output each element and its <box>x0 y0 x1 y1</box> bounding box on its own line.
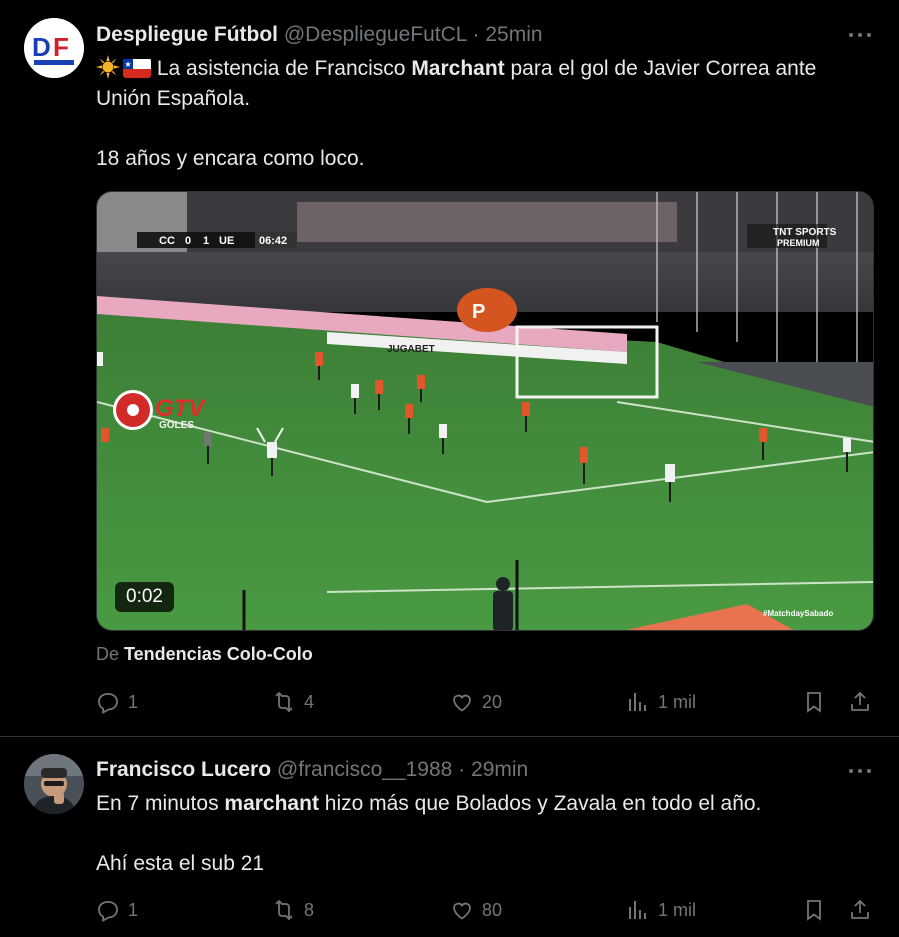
post-text-suffix: hizo más que Bolados y Zavala en todo el… <box>318 792 762 815</box>
svg-text:F: F <box>53 32 69 62</box>
post-header: Francisco Lucero @francisco__1988 · 29mi… <box>96 757 528 783</box>
views-button[interactable]: 1 mil <box>626 898 696 922</box>
share-icon <box>851 691 869 711</box>
separator-dot: · <box>472 23 480 46</box>
author-name[interactable]: Despliegue Fútbol <box>96 23 278 46</box>
repost-count: 8 <box>304 899 315 920</box>
match-clock: 06:42 <box>259 235 287 247</box>
action-bar: 1 4 20 1 mil <box>96 690 876 720</box>
svg-text:D: D <box>32 32 51 62</box>
avatar[interactable]: D F <box>24 18 84 78</box>
hashtag-overlay: #MatchdaySabado <box>763 609 833 618</box>
post-time[interactable]: 29min <box>471 758 528 781</box>
score-away-team: UE <box>219 235 234 247</box>
source-link[interactable]: Tendencias Colo-Colo <box>124 644 313 664</box>
views-icon <box>629 901 646 919</box>
avatar[interactable] <box>24 754 84 814</box>
reply-icon <box>98 693 118 714</box>
more-icon[interactable] <box>849 766 871 776</box>
sun-emoji <box>96 55 120 79</box>
post-text-line2: Ahí esta el sub 21 <box>96 852 265 875</box>
reply-count: 1 <box>128 691 139 712</box>
like-icon <box>453 902 471 920</box>
author-handle[interactable]: @DespliegueFutCL <box>284 23 467 46</box>
source-attribution: De Tendencias Colo-Colo <box>96 644 313 665</box>
reply-icon <box>98 901 118 922</box>
post-text-prefix: En 7 minutos <box>96 792 225 815</box>
like-count: 20 <box>482 691 503 712</box>
repost-button[interactable]: 4 <box>272 690 314 714</box>
post-text-line2: 18 años y encara como loco. <box>96 147 365 170</box>
repost-count: 4 <box>304 691 315 712</box>
video-duration: 0:02 <box>115 582 174 612</box>
reply-count: 1 <box>128 899 139 920</box>
like-icon <box>453 694 471 712</box>
video-frame: JUGABET P CC 0 1 UE 06:42 TNT SPORTS PRE… <box>97 192 873 630</box>
more-icon[interactable] <box>849 30 871 40</box>
repost-icon <box>275 899 293 921</box>
views-count: 1 mil <box>658 691 697 712</box>
post-header: Despliegue Fútbol @DespliegueFutCL · 25m… <box>96 22 543 48</box>
svg-text:P: P <box>472 301 485 323</box>
bookmark-icon <box>807 900 821 921</box>
post-despliegue-futbol[interactable]: D F Despliegue Fútbol @DespliegueFutCL ·… <box>0 0 899 737</box>
post-text: En 7 minutos marchant hizo más que Bolad… <box>96 789 875 879</box>
like-button[interactable]: 80 <box>450 898 502 922</box>
share-button[interactable] <box>848 690 872 714</box>
broadcaster-logo: TNT SPORTS <box>773 227 837 238</box>
repost-button[interactable]: 8 <box>272 898 314 922</box>
post-text-prefix: La asistencia de Francisco <box>156 57 412 80</box>
bookmark-icon <box>807 692 821 713</box>
source-prefix: De <box>96 644 125 664</box>
reply-button[interactable]: 1 <box>96 690 138 714</box>
like-button[interactable]: 20 <box>450 690 502 714</box>
like-count: 80 <box>482 899 503 920</box>
author-handle[interactable]: @francisco__1988 <box>277 758 452 781</box>
views-count: 1 mil <box>658 899 697 920</box>
views-icon <box>629 693 646 711</box>
post-text-bold[interactable]: marchant <box>224 792 319 815</box>
gtv-watermark-sub: GOLES <box>159 420 194 431</box>
views-button[interactable]: 1 mil <box>626 690 696 714</box>
broadcaster-sub: PREMIUM <box>777 238 820 248</box>
post-text-bold[interactable]: Marchant <box>411 57 504 80</box>
despliegue-futbol-logo: D F <box>24 18 84 78</box>
share-icon <box>851 899 869 919</box>
bookmark-button[interactable] <box>802 690 826 714</box>
separator-dot: · <box>458 758 466 781</box>
share-button[interactable] <box>848 898 872 922</box>
score-home: 0 <box>185 235 191 247</box>
ad-board-text: JUGABET <box>387 344 435 355</box>
reply-button[interactable]: 1 <box>96 898 138 922</box>
author-name[interactable]: Francisco Lucero <box>96 758 271 781</box>
score-home-team: CC <box>159 235 175 247</box>
bookmark-button[interactable] <box>802 898 826 922</box>
gtv-watermark: GTV <box>155 395 206 422</box>
post-francisco-lucero[interactable]: Francisco Lucero @francisco__1988 · 29mi… <box>0 737 899 937</box>
post-time[interactable]: 25min <box>485 23 542 46</box>
repost-icon <box>275 691 293 713</box>
video-player[interactable]: JUGABET P CC 0 1 UE 06:42 TNT SPORTS PRE… <box>96 191 874 631</box>
post-text: La asistencia de Francisco Marchant para… <box>96 54 875 174</box>
score-away: 1 <box>203 235 209 247</box>
avatar-photo <box>24 754 84 814</box>
action-bar: 1 8 80 1 mil <box>96 898 876 928</box>
chile-flag-emoji <box>123 58 151 78</box>
